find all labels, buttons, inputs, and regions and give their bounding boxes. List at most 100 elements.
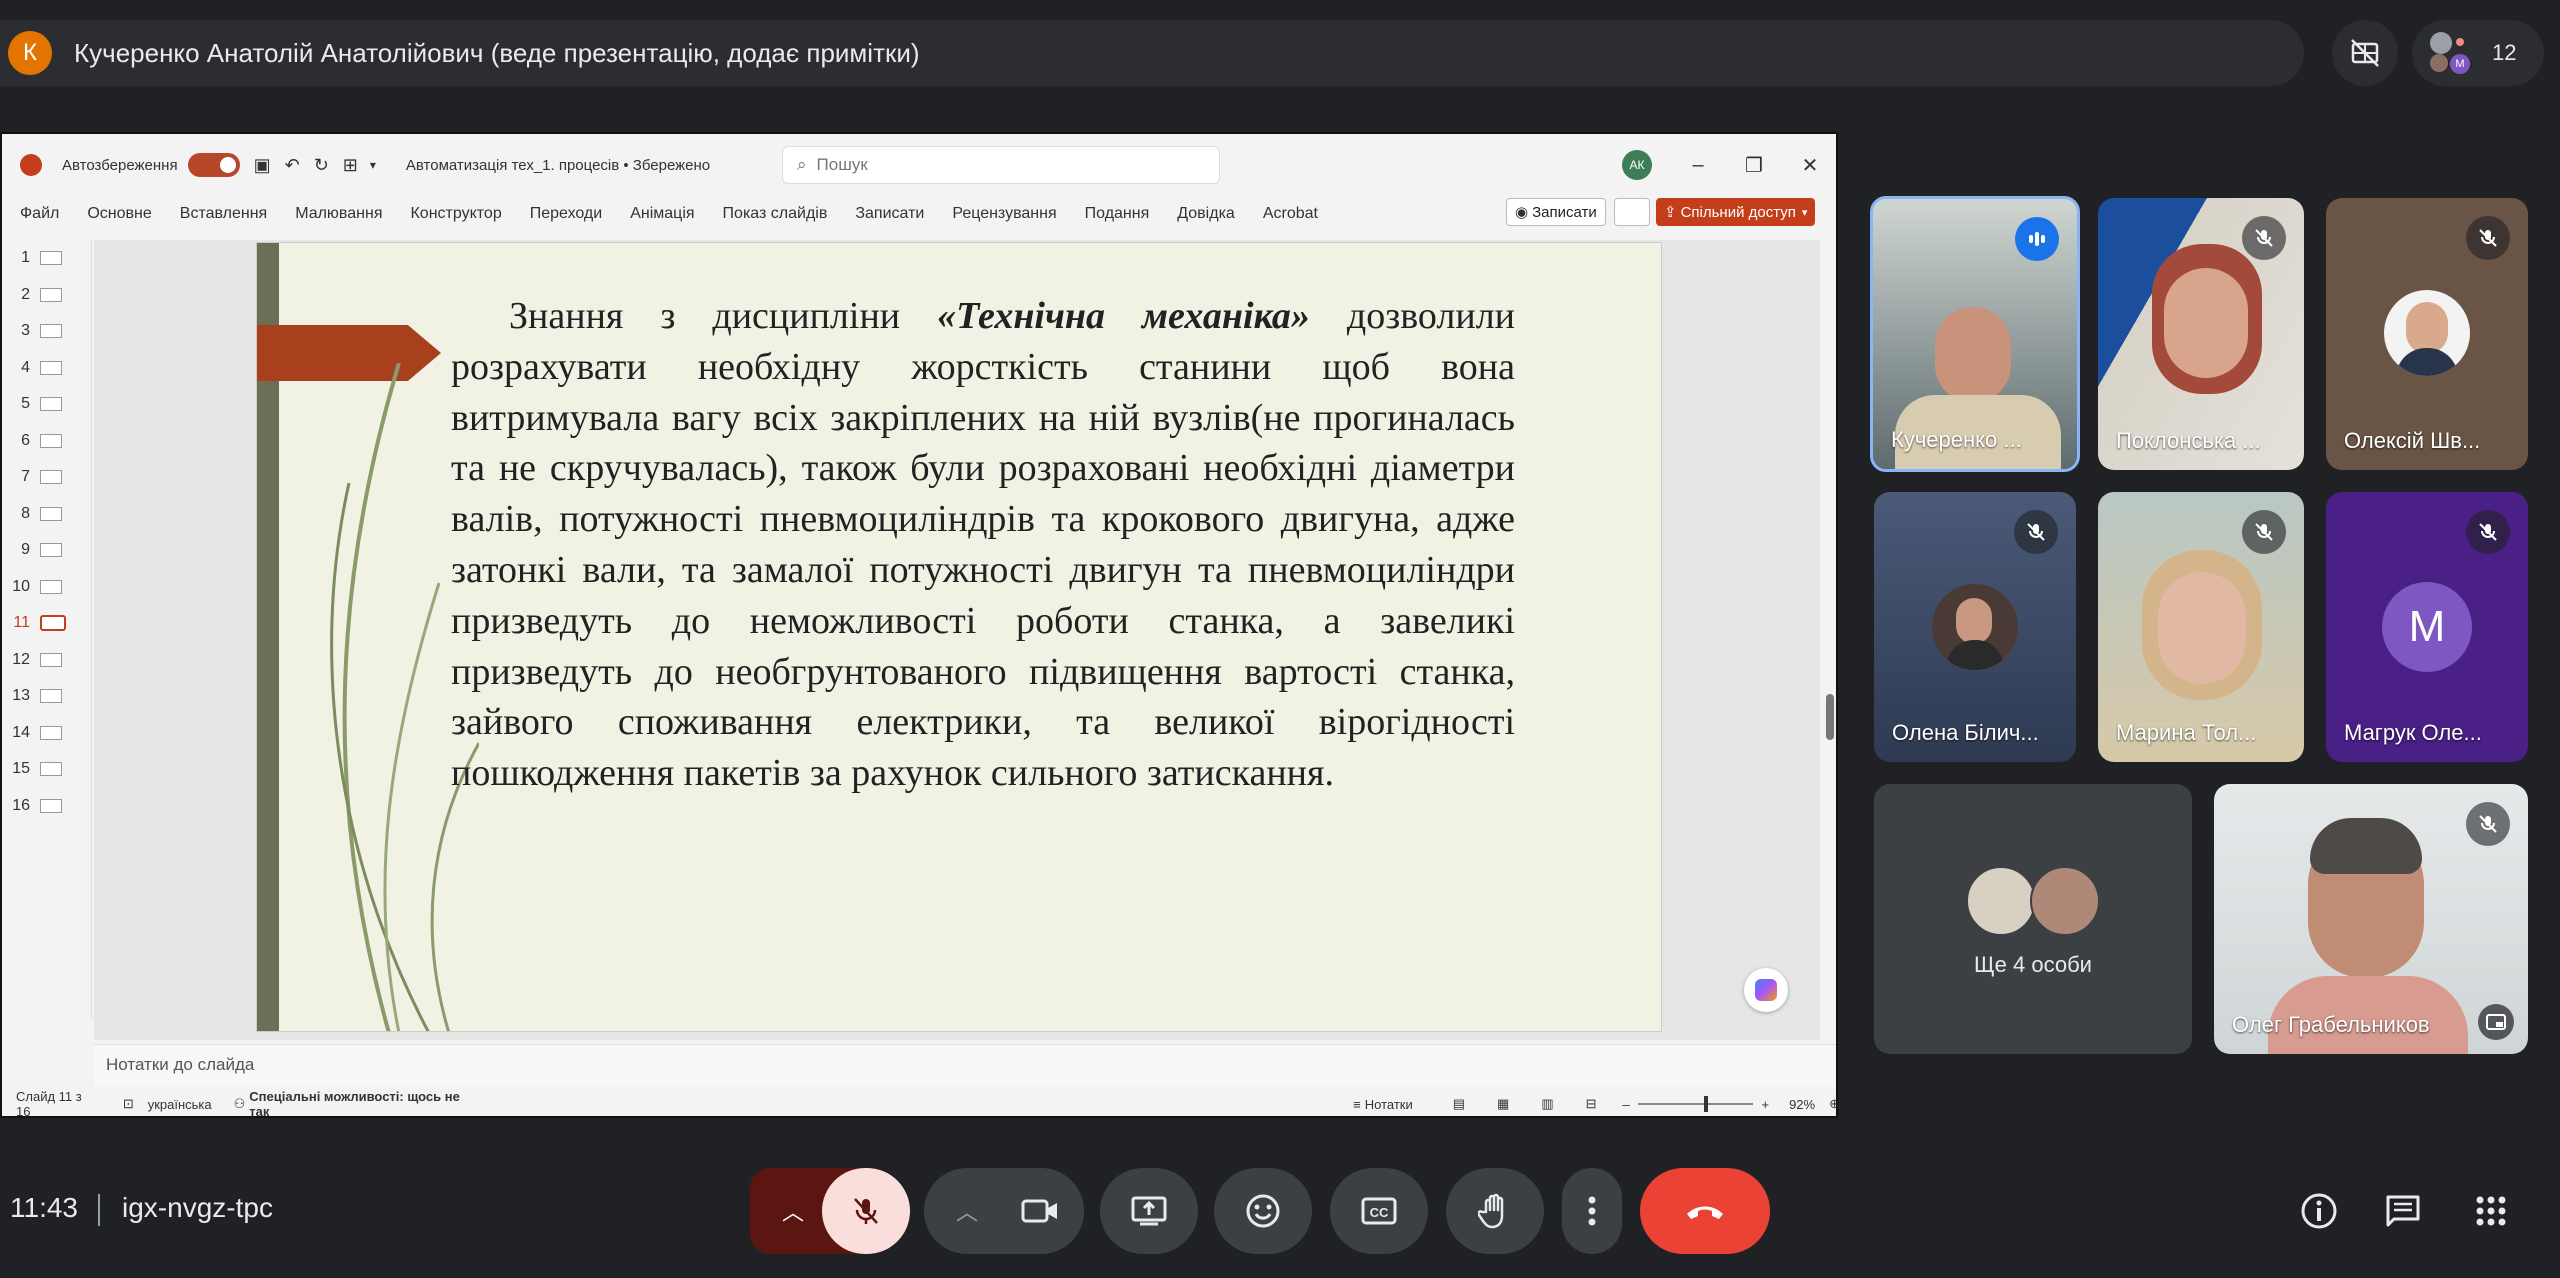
tab-design[interactable]: Конструктор (410, 205, 501, 223)
redo-icon[interactable]: ↻ (314, 155, 329, 176)
slide-thumbnails-pane: 1 2 3 4 5 6 7 8 9 10 11 12 13 14 15 16 (2, 240, 92, 1020)
reading-view-icon[interactable]: ▥ (1541, 1096, 1553, 1112)
share-button[interactable]: ⇪ Спільний доступ ▾ (1656, 198, 1816, 226)
video-options-chevron-icon[interactable]: ︿ (944, 1188, 990, 1234)
slide-thumbnail[interactable]: 10 (2, 569, 91, 606)
participant-tile[interactable]: Олексій Шв... (2326, 198, 2528, 470)
speaker-notes-pane[interactable]: Нотатки до слайда (94, 1044, 1836, 1086)
tab-acrobat[interactable]: Acrobat (1263, 205, 1318, 223)
spellcheck-icon[interactable]: ⊡ (123, 1096, 134, 1112)
notes-toggle-icon: ≡ (1353, 1096, 1361, 1112)
notes-toggle[interactable]: Нотатки (1365, 1097, 1413, 1112)
audio-options-chevron-icon[interactable]: ︿ (770, 1188, 816, 1234)
slide-thumbnail[interactable]: 14 (2, 715, 91, 752)
leave-call-button[interactable] (1640, 1168, 1770, 1254)
zoom-out-icon[interactable]: – (1623, 1097, 1630, 1112)
comments-button[interactable] (1614, 198, 1650, 226)
autosave-label: Автозбереження (62, 156, 178, 174)
copilot-icon[interactable] (1744, 968, 1788, 1012)
slide-thumbnail[interactable]: 1 (2, 240, 91, 277)
present-icon[interactable]: ⊞ (343, 155, 358, 176)
zoom-in-icon[interactable]: + (1761, 1097, 1769, 1112)
scrollbar-thumb[interactable] (1826, 694, 1834, 740)
hide-video-tiles-button[interactable] (2332, 20, 2398, 86)
slide-thumbnail[interactable]: 7 (2, 459, 91, 496)
raise-hand-button[interactable] (1446, 1168, 1544, 1254)
zoom-level[interactable]: 92% (1789, 1097, 1815, 1112)
slide-thumbnail[interactable]: 8 (2, 496, 91, 533)
close-icon[interactable]: ✕ (1790, 148, 1830, 182)
more-options-button[interactable] (1562, 1168, 1622, 1254)
slide-thumbnail[interactable]: 16 (2, 788, 91, 825)
reactions-button[interactable] (1214, 1168, 1312, 1254)
participant-tile[interactable]: Марина Тол... (2098, 492, 2304, 762)
mic-off-icon (2466, 510, 2510, 554)
language-label[interactable]: українська (148, 1097, 212, 1112)
accessibility-status[interactable]: Спеціальні можливості: щось не так (249, 1089, 475, 1116)
participant-tile[interactable]: М Магрук Оле... (2326, 492, 2528, 762)
tab-view[interactable]: Подання (1085, 205, 1150, 223)
minimize-icon[interactable]: – (1678, 148, 1718, 182)
document-title[interactable]: Автоматизація тех_1. процесів • Збережен… (406, 157, 710, 174)
search-box[interactable]: ⌕ Пошук (782, 146, 1220, 184)
current-slide[interactable]: Знання з дисципліни «Технічна механіка» … (256, 242, 1662, 1032)
tab-transitions[interactable]: Переходи (530, 205, 602, 223)
tab-slideshow[interactable]: Показ слайдів (723, 205, 828, 223)
zoom-slider[interactable] (1637, 1096, 1754, 1112)
search-placeholder: Пошук (816, 155, 868, 174)
slide-thumbnail[interactable]: 2 (2, 277, 91, 314)
slide-thumbnail[interactable]: 6 (2, 423, 91, 460)
tab-insert[interactable]: Вставлення (180, 205, 267, 223)
undo-icon[interactable]: ↶ (285, 155, 300, 176)
vertical-scrollbar[interactable] (1820, 240, 1836, 1040)
presenter-status-text: Кучеренко Анатолій Анатолійович (веде пр… (74, 37, 920, 68)
participant-tile[interactable]: Поклонська ... (2098, 198, 2304, 470)
tab-draw[interactable]: Малювання (295, 205, 382, 223)
avatar (2030, 866, 2100, 936)
camera-toggle[interactable] (996, 1168, 1084, 1254)
slideshow-icon[interactable]: ⊟ (1586, 1096, 1597, 1112)
microphone-toggle[interactable] (822, 1168, 910, 1254)
people-button[interactable]: M 12 (2412, 20, 2544, 86)
emoji-icon (1246, 1194, 1280, 1228)
tab-animations[interactable]: Анімація (630, 205, 694, 223)
present-screen-button[interactable] (1100, 1168, 1198, 1254)
meeting-info-button[interactable] (2296, 1188, 2342, 1234)
slide-thumbnail[interactable]: 13 (2, 678, 91, 715)
more-participants-tile[interactable]: Ще 4 особи (1874, 784, 2192, 1054)
captions-button[interactable]: CC (1330, 1168, 1428, 1254)
powerpoint-window: Автозбереження ▣ ↶ ↻ ⊞ ▾ Автоматизація т… (0, 132, 1838, 1118)
tab-help[interactable]: Довідка (1177, 205, 1235, 223)
slide-thumbnail-active[interactable]: 11 (2, 605, 91, 642)
participant-tile[interactable]: Олег Грабельников (2214, 784, 2528, 1054)
slide-sorter-icon[interactable]: ▦ (1497, 1096, 1509, 1112)
activities-button[interactable] (2468, 1188, 2514, 1234)
customize-qat-icon[interactable]: ▾ (370, 158, 376, 172)
slide-thumbnail[interactable]: 9 (2, 532, 91, 569)
tab-record[interactable]: Записати (855, 205, 924, 223)
tab-home[interactable]: Основне (87, 205, 151, 223)
slide-thumbnail[interactable]: 3 (2, 313, 91, 350)
restore-icon[interactable]: ❐ (1734, 148, 1774, 182)
tab-file[interactable]: Файл (20, 205, 59, 223)
normal-view-icon[interactable]: ▤ (1453, 1096, 1465, 1112)
participant-tile[interactable]: Олена Білич... (1874, 492, 2076, 762)
slide-thumbnail[interactable]: 5 (2, 386, 91, 423)
info-icon (2301, 1193, 2337, 1229)
slide-thumbnail[interactable]: 15 (2, 751, 91, 788)
slide-thumbnail[interactable]: 4 (2, 350, 91, 387)
chat-button[interactable] (2380, 1188, 2426, 1234)
save-icon[interactable]: ▣ (254, 155, 271, 176)
autosave-toggle[interactable] (187, 153, 240, 177)
slide-thumbnail[interactable]: 12 (2, 642, 91, 679)
record-button[interactable]: ◉ Записати (1506, 198, 1606, 226)
participant-tile[interactable]: Кучеренко ... (1870, 196, 2080, 472)
tab-review[interactable]: Рецензування (952, 205, 1056, 223)
meeting-code: igx-nvgz-tpc (122, 1192, 273, 1223)
picture-in-picture-icon[interactable] (2478, 1004, 2514, 1040)
mic-off-icon (2466, 802, 2510, 846)
participant-name: Марина Тол... (2116, 720, 2257, 745)
fit-slide-icon[interactable]: ⊕ (1829, 1096, 1836, 1112)
slide-body-text: Знання з дисципліни «Технічна механіка» … (451, 295, 1516, 795)
account-avatar[interactable]: АК (1622, 150, 1652, 180)
